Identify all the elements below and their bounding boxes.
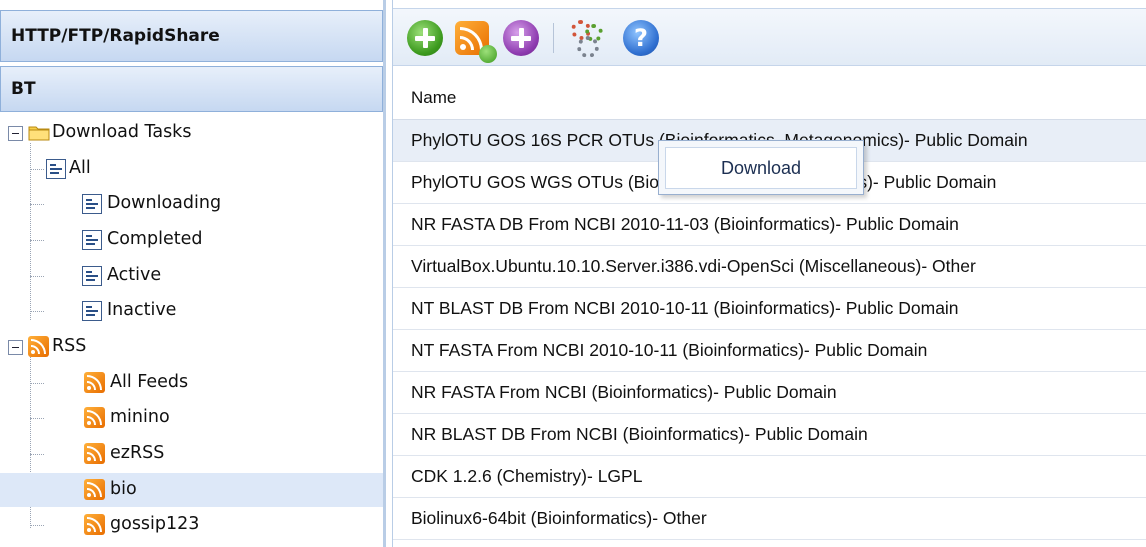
accordion-bt[interactable]: BT [0, 66, 383, 112]
tree-node-inactive[interactable]: Inactive [0, 294, 383, 328]
task-list-icon [82, 301, 102, 321]
context-menu: Download [658, 140, 864, 195]
tree-node-label: Completed [107, 229, 203, 249]
tree-node-label: Downloading [107, 193, 222, 213]
rss-icon [84, 372, 105, 393]
list-item-label: NT BLAST DB From NCBI 2010-10-11 (Bioinf… [411, 298, 959, 318]
folder-icon [28, 124, 50, 141]
column-header-label: Name [411, 87, 457, 107]
column-header-name[interactable]: Name [393, 76, 1146, 120]
context-menu-download[interactable]: Download [665, 147, 857, 189]
settings-gears-button[interactable] [571, 20, 607, 58]
tree-node-label: All Feeds [110, 372, 189, 392]
add-rss-feed-button[interactable] [455, 21, 497, 63]
list-item-label: NR FASTA DB From NCBI 2010-11-03 (Bioinf… [411, 214, 959, 234]
list-item-label: Biolinux6-64bit (Bioinformatics)- Other [411, 508, 707, 528]
rss-icon [84, 443, 105, 464]
tree-node-all[interactable]: All [0, 152, 383, 186]
help-icon: ? [634, 24, 648, 52]
list-item-label: CDK 1.2.6 (Chemistry)- LGPL [411, 466, 643, 486]
tree-node-label: Download Tasks [52, 122, 192, 142]
tree-node-downloading[interactable]: Downloading [0, 187, 383, 221]
tree-node-ezrss[interactable]: ezRSS [0, 437, 383, 471]
tree-node-gossip123[interactable]: gossip123 [0, 508, 383, 542]
left-panel: HTTP/FTP/RapidShare BT Download Tasks Al… [0, 0, 386, 547]
list-item[interactable]: Biolinux6-64bit (Bioinformatics)- Other [393, 498, 1146, 540]
rss-icon [84, 407, 105, 428]
task-list-icon [82, 230, 102, 250]
list-item-label: NT FASTA From NCBI 2010-10-11 (Bioinform… [411, 340, 928, 360]
gear-icon [577, 36, 599, 58]
right-panel: ? Name PhylOTU GOS 16S PCR OTUs (Bioinfo… [392, 0, 1146, 547]
plus-icon [479, 45, 497, 63]
list-item[interactable]: NR FASTA From NCBI (Bioinformatics)- Pub… [393, 372, 1146, 414]
tree-node-download-tasks[interactable]: Download Tasks [0, 116, 383, 150]
tree-node-label: Inactive [107, 300, 177, 320]
accordion-http-label: HTTP/FTP/RapidShare [11, 26, 220, 46]
collapse-toggle-icon[interactable] [8, 340, 23, 355]
help-button[interactable]: ? [623, 20, 659, 56]
task-list-icon [46, 159, 66, 179]
tree-node-label: bio [110, 479, 137, 499]
list-item[interactable]: CDK 1.2.6 (Chemistry)- LGPL [393, 456, 1146, 498]
list-item[interactable]: NR FASTA DB From NCBI 2010-11-03 (Bioinf… [393, 204, 1146, 246]
list-item-label: VirtualBox.Ubuntu.10.10.Server.i386.vdi-… [411, 256, 976, 276]
task-list-icon [82, 194, 102, 214]
tree-node-label: minino [110, 407, 170, 427]
rss-icon [28, 336, 49, 357]
rss-icon [84, 514, 105, 535]
tree-node-label: RSS [52, 336, 87, 356]
list-item[interactable]: NR BLAST DB From NCBI (Bioinformatics)- … [393, 414, 1146, 456]
tree-node-label: All [69, 158, 91, 178]
accordion-http-ftp-rapidshare[interactable]: HTTP/FTP/RapidShare [0, 10, 383, 62]
toolbar: ? [393, 8, 1146, 66]
tree-node-all-feeds[interactable]: All Feeds [0, 366, 383, 400]
list-item-label: NR BLAST DB From NCBI (Bioinformatics)- … [411, 424, 868, 444]
tree-node-active[interactable]: Active [0, 259, 383, 293]
tree-node-label: gossip123 [110, 514, 200, 534]
list-item[interactable]: NT BLAST DB From NCBI 2010-10-11 (Bioinf… [393, 288, 1146, 330]
tree-node-label: ezRSS [110, 443, 165, 463]
tree-node-rss[interactable]: RSS [0, 330, 383, 364]
tree-node-label: Active [107, 265, 162, 285]
add-task-button[interactable] [407, 20, 443, 56]
tree-node-completed[interactable]: Completed [0, 223, 383, 257]
context-menu-item-label: Download [720, 157, 802, 178]
collapse-toggle-icon[interactable] [8, 126, 23, 141]
toolbar-separator [553, 23, 554, 53]
list-item[interactable]: VirtualBox.Ubuntu.10.10.Server.i386.vdi-… [393, 246, 1146, 288]
add-button[interactable] [503, 20, 539, 56]
task-list-icon [82, 266, 102, 286]
tree-node-minino[interactable]: minino [0, 401, 383, 435]
list-item-label: NR FASTA From NCBI (Bioinformatics)- Pub… [411, 382, 837, 402]
rss-icon [84, 479, 105, 500]
tree-node-bio[interactable]: bio [0, 473, 383, 507]
task-tree: Download Tasks All Downloading Completed… [0, 114, 383, 547]
accordion-bt-label: BT [11, 79, 36, 99]
app-window: HTTP/FTP/RapidShare BT Download Tasks Al… [0, 0, 1146, 547]
list-item[interactable]: NT FASTA From NCBI 2010-10-11 (Bioinform… [393, 330, 1146, 372]
